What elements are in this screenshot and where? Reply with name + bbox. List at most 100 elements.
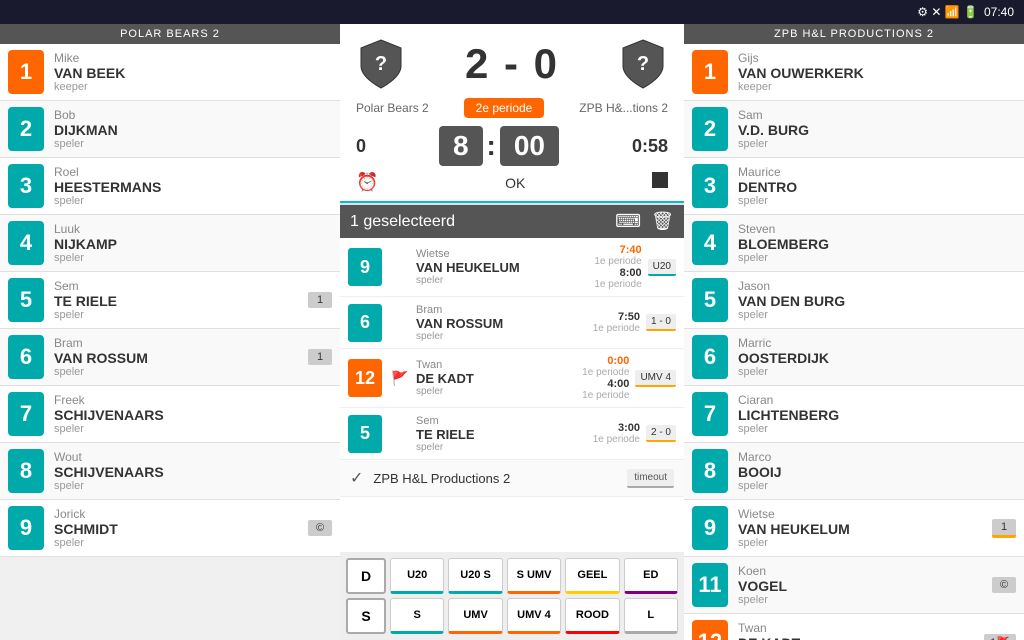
event-number: 9 — [348, 248, 382, 286]
list-item[interactable]: 6 Bram VAN ROSSUM speler 1 — [0, 329, 340, 386]
player-info: Steven BLOEMBERG speler — [738, 222, 1016, 264]
event-first-name: Wietse — [416, 248, 586, 260]
list-item[interactable]: 2 Sam V.D. BURG speler — [684, 101, 1024, 158]
period-badge[interactable]: 2e periode — [464, 98, 545, 118]
list-item[interactable]: 8 Marco BOOIJ speler — [684, 443, 1024, 500]
card-rood-button[interactable]: ROOD — [565, 598, 619, 634]
list-item[interactable]: 5 Jason VAN DEN BURG speler — [684, 272, 1024, 329]
player-last-name: BOOIJ — [738, 464, 1016, 480]
list-item[interactable]: 4 Steven BLOEMBERG speler — [684, 215, 1024, 272]
player-number: 7 — [692, 392, 728, 436]
alarm-icon[interactable]: ⏰ — [356, 172, 378, 193]
player-info: Freek SCHIJVENAARS speler — [54, 393, 332, 435]
card-s-button[interactable]: S — [390, 598, 444, 634]
player-role: speler — [738, 195, 1016, 207]
card-geel-button[interactable]: GEEL — [565, 558, 619, 594]
card-ed-button[interactable]: ED — [624, 558, 678, 594]
player-info: Jorick SCHMIDT speler — [54, 507, 308, 549]
event-info: Wietse VAN HEUKELUM speler — [416, 248, 586, 286]
event-row[interactable]: 12🚩 Twan DE KADT speler 0:001e periode4:… — [340, 349, 684, 408]
player-last-name: LICHTENBERG — [738, 407, 1016, 423]
event-times: 7:501e periode — [593, 311, 640, 334]
event-role: speler — [416, 331, 585, 342]
player-role: speler — [54, 537, 308, 549]
list-item[interactable]: 9 Jorick SCHMIDT speler © — [0, 500, 340, 557]
player-last-name: VAN HEUKELUM — [738, 521, 992, 537]
event-role: speler — [416, 386, 574, 397]
list-item[interactable]: 7 Freek SCHIJVENAARS speler — [0, 386, 340, 443]
card-sumv-button[interactable]: S UMV — [507, 558, 561, 594]
player-number: 8 — [692, 449, 728, 493]
list-item[interactable]: 1 Gijs VAN OUWERKERK keeper — [684, 44, 1024, 101]
list-item[interactable]: 3 Roel HEESTERMANS speler — [0, 158, 340, 215]
player-badge: 1🚩 — [984, 634, 1016, 640]
event-list: 9 Wietse VAN HEUKELUM speler 7:401e peri… — [340, 238, 684, 460]
list-item[interactable]: 11 Koen VOGEL speler © — [684, 557, 1024, 614]
event-row[interactable]: 5 Sem TE RIELE speler 3:001e periode2 - … — [340, 408, 684, 460]
ok-button[interactable]: OK — [505, 175, 525, 191]
player-last-name: VAN BEEK — [54, 65, 332, 81]
card-umv4-button[interactable]: UMV 4 — [507, 598, 561, 634]
event-badge: 1 - 0 — [646, 314, 676, 331]
timer-seconds[interactable]: 00 — [500, 126, 559, 166]
player-first-name: Jorick — [54, 507, 308, 521]
player-first-name: Mike — [54, 51, 332, 65]
list-item[interactable]: 3 Maurice DENTRO speler — [684, 158, 1024, 215]
trash-icon[interactable]: 🗑 — [651, 211, 674, 232]
card-d-col: D S — [346, 558, 386, 634]
player-last-name: DE KADT — [738, 635, 984, 640]
player-first-name: Ciaran — [738, 393, 1016, 407]
player-first-name: Freek — [54, 393, 332, 407]
list-item[interactable]: 1 Mike VAN BEEK keeper — [0, 44, 340, 101]
player-last-name: OOSTERDIJK — [738, 350, 1016, 366]
event-time2: 3:00 — [593, 422, 640, 434]
list-item[interactable]: 2 Bob DIJKMAN speler — [0, 101, 340, 158]
list-item[interactable]: 5 Sem TE RIELE speler 1 — [0, 272, 340, 329]
event-flag-icon — [390, 257, 410, 277]
event-role: speler — [416, 442, 585, 453]
event-info: Sem TE RIELE speler — [416, 415, 585, 453]
list-item[interactable]: 7 Ciaran LICHTENBERG speler — [684, 386, 1024, 443]
events-header-label: 1 geselecteerd — [350, 213, 455, 231]
stop-button[interactable] — [652, 172, 668, 193]
player-first-name: Bob — [54, 108, 332, 122]
player-info: Maurice DENTRO speler — [738, 165, 1016, 207]
list-item[interactable]: 9 Wietse VAN HEUKELUM speler 1 — [684, 500, 1024, 557]
event-number: 5 — [348, 415, 382, 453]
card-l-button[interactable]: L — [624, 598, 678, 634]
event-last-name: VAN ROSSUM — [416, 316, 585, 331]
player-role: speler — [738, 366, 1016, 378]
list-item[interactable]: 8 Wout SCHIJVENAARS speler — [0, 443, 340, 500]
player-role: speler — [738, 252, 1016, 264]
player-last-name: SCHMIDT — [54, 521, 308, 537]
timer-minutes[interactable]: 8 — [439, 126, 483, 166]
player-role: keeper — [738, 81, 1016, 93]
keyboard-icon[interactable]: ⌨ — [615, 211, 641, 232]
event-row[interactable]: 6 Bram VAN ROSSUM speler 7:501e periode1… — [340, 297, 684, 349]
player-number: 7 — [8, 392, 44, 436]
card-u20s-button[interactable]: U20 S — [448, 558, 502, 594]
card-u20-button[interactable]: U20 — [390, 558, 444, 594]
stop-square-icon — [652, 172, 668, 188]
player-last-name: NIJKAMP — [54, 236, 332, 252]
card-d-button[interactable]: D — [346, 558, 386, 594]
player-badge: © — [308, 520, 332, 536]
list-item[interactable]: 4 Luuk NIJKAMP speler — [0, 215, 340, 272]
event-last-name: VAN HEUKELUM — [416, 260, 586, 275]
player-badge: 1 — [992, 519, 1016, 538]
score-display: 2 - 0 — [465, 40, 559, 88]
list-item[interactable]: 12 Twan DE KADT speler 1🚩 — [684, 614, 1024, 640]
card-umv-button[interactable]: UMV — [448, 598, 502, 634]
player-info: Sem TE RIELE speler — [54, 279, 308, 321]
timer-left: 0 — [356, 136, 366, 157]
red-flag-icon: 🚩 — [391, 370, 408, 387]
card-s-button[interactable]: S — [346, 598, 386, 634]
player-last-name: DENTRO — [738, 179, 1016, 195]
player-number: 5 — [8, 278, 44, 322]
list-item[interactable]: 6 Marric OOSTERDIJK speler — [684, 329, 1024, 386]
event-first-name: Twan — [416, 359, 574, 371]
player-first-name: Maurice — [738, 165, 1016, 179]
event-row[interactable]: 9 Wietse VAN HEUKELUM speler 7:401e peri… — [340, 238, 684, 297]
team-left-name: Polar Bears 2 — [356, 101, 429, 115]
team-event-row[interactable]: ✓ ZPB H&L Productions 2 timeout — [340, 460, 684, 497]
